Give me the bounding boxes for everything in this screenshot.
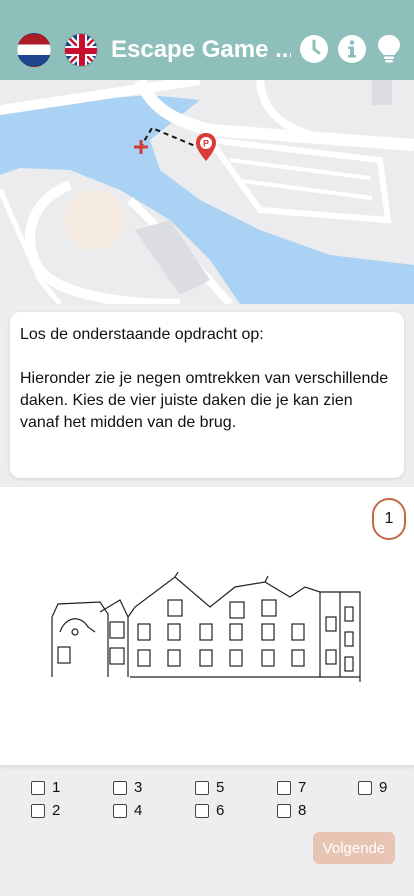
checkbox[interactable] bbox=[113, 781, 127, 795]
checkbox[interactable] bbox=[195, 781, 209, 795]
svg-text:P: P bbox=[203, 139, 209, 149]
checkbox[interactable] bbox=[31, 804, 45, 818]
checkbox[interactable] bbox=[31, 781, 45, 795]
task-text: Los de onderstaande opdracht op: Hierond… bbox=[20, 326, 389, 431]
task-card: Los de onderstaande opdracht op: Hierond… bbox=[10, 312, 404, 478]
checkbox[interactable] bbox=[113, 804, 127, 818]
clock-icon[interactable] bbox=[299, 34, 329, 64]
sketch-counter-badge[interactable]: 1 bbox=[372, 498, 406, 540]
flag-uk-icon[interactable] bbox=[64, 33, 98, 67]
red-cross-icon bbox=[134, 140, 148, 154]
roof-outline-sketch bbox=[51, 572, 361, 682]
info-icon[interactable] bbox=[337, 34, 367, 64]
checkbox[interactable] bbox=[277, 781, 291, 795]
page-title: Escape Game ... bbox=[111, 36, 291, 63]
next-button[interactable]: Volgende bbox=[313, 832, 395, 864]
roof-sketch-panel bbox=[0, 487, 414, 765]
checkbox[interactable] bbox=[195, 804, 209, 818]
parking-pin-icon[interactable]: P bbox=[194, 132, 218, 162]
checkbox[interactable] bbox=[358, 781, 372, 795]
app-header: Escape Game ... bbox=[0, 0, 414, 80]
map-view[interactable]: P bbox=[0, 80, 414, 304]
checkbox[interactable] bbox=[277, 804, 291, 818]
lightbulb-icon[interactable] bbox=[374, 34, 404, 64]
flag-nl-icon[interactable] bbox=[17, 33, 51, 67]
